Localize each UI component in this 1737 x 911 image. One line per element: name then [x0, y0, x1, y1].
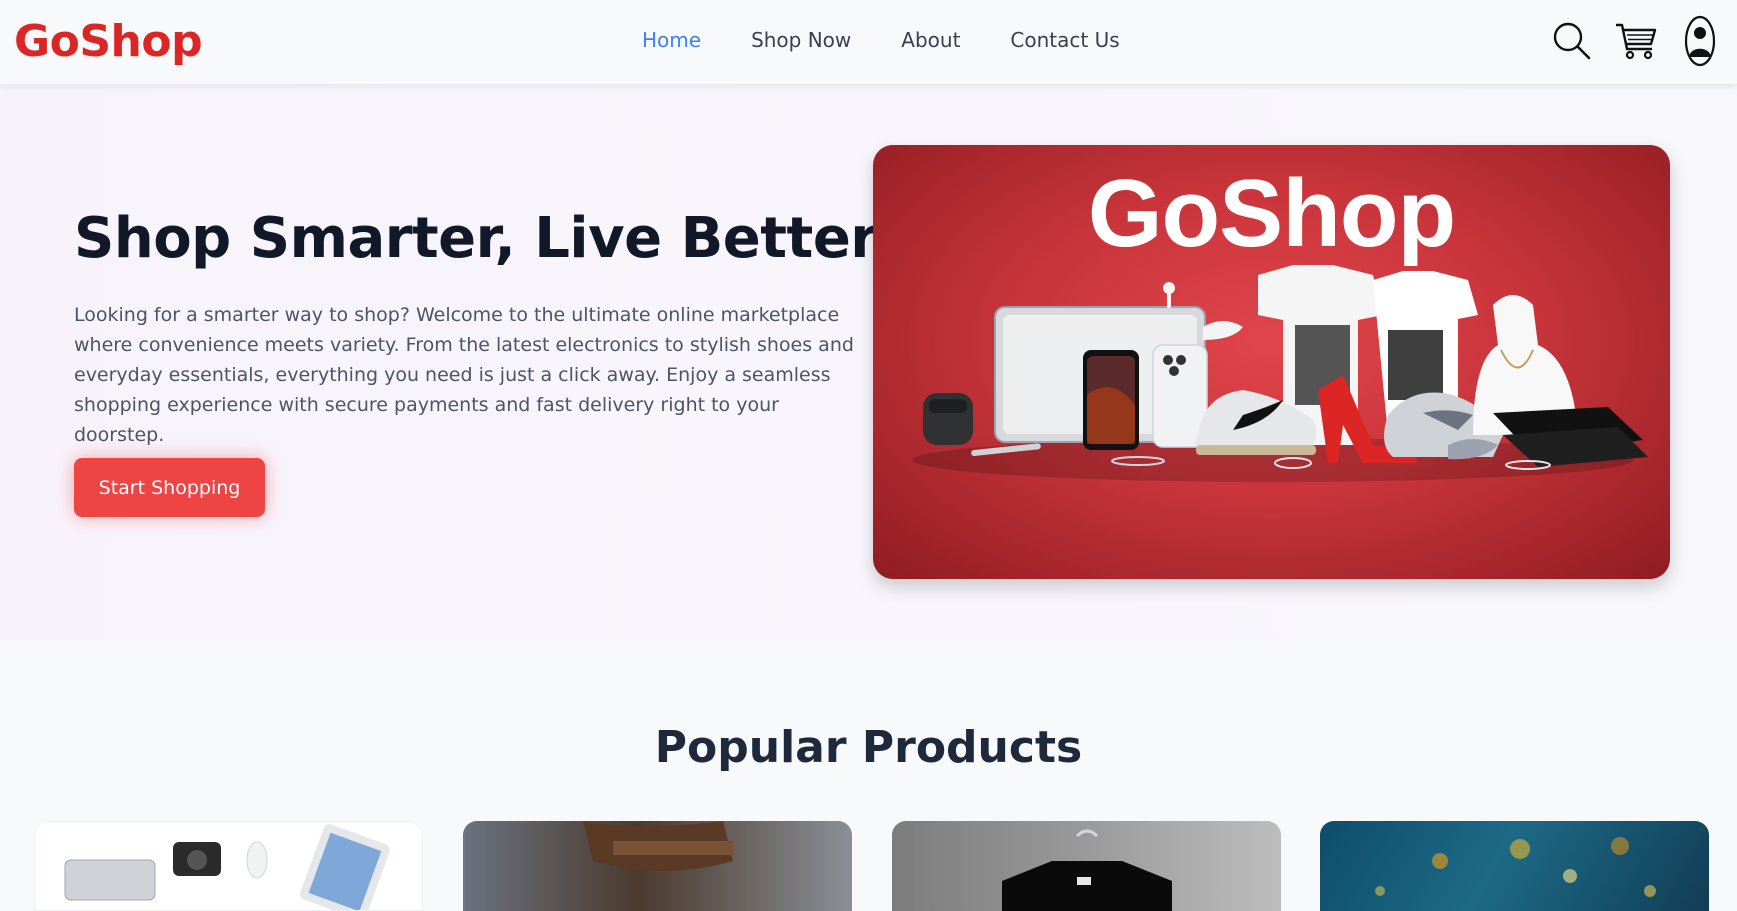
hero-banner-image: GoShop — [873, 145, 1670, 579]
nav-link-about[interactable]: About — [901, 28, 960, 52]
cart-icon[interactable] — [1613, 14, 1659, 68]
popular-products-title: Popular Products — [654, 722, 1083, 773]
nav-link-contact-us[interactable]: Contact Us — [1010, 28, 1119, 52]
nav-link-home[interactable]: Home — [642, 28, 701, 52]
search-icon[interactable] — [1549, 14, 1595, 68]
hero-title: Shop Smarter, Live Better — [74, 206, 878, 271]
nav-icons — [1531, 14, 1723, 68]
start-shopping-button[interactable]: Start Shopping — [74, 458, 265, 517]
brand-logo[interactable]: GoShop — [14, 16, 203, 67]
user-icon[interactable] — [1677, 14, 1723, 68]
popular-products-section: Popular Products — [0, 640, 1737, 911]
nav-link-shop-now[interactable]: Shop Now — [751, 28, 851, 52]
navbar: GoShop Home Shop Now About Contact Us — [0, 0, 1737, 85]
products-illustration — [913, 265, 1648, 482]
hero-description: Looking for a smarter way to shop? Welco… — [74, 304, 854, 446]
hero-section: Shop Smarter, Live Better Looking for a … — [0, 86, 1737, 640]
nav-links: Home Shop Now About Contact Us — [642, 28, 1170, 52]
